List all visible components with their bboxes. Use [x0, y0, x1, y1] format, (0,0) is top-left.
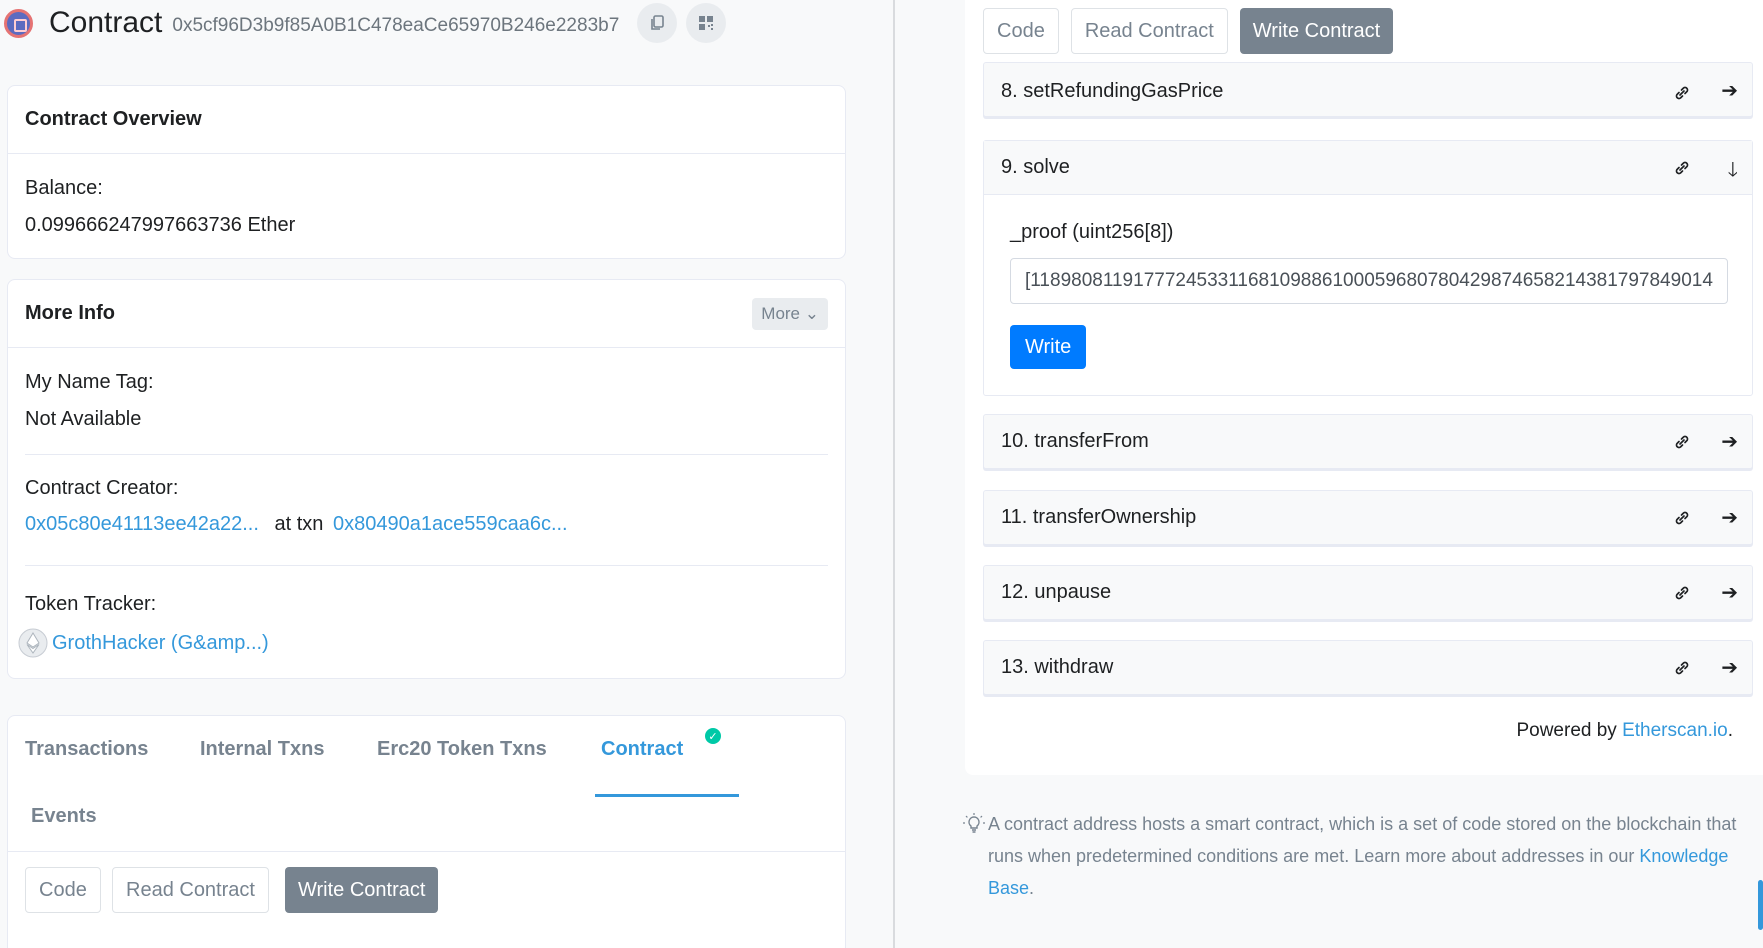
arrow-right-icon[interactable]: ➔: [1721, 429, 1738, 454]
function-label: 11. transferOwnership: [1001, 506, 1197, 528]
balance-label: Balance:: [25, 177, 103, 199]
link-icon[interactable]: [1672, 432, 1692, 452]
tab-contract[interactable]: Contract: [601, 738, 683, 761]
write-button[interactable]: Write: [1010, 325, 1087, 369]
note-suffix: .: [1029, 878, 1035, 898]
page-title: Contract: [49, 6, 163, 39]
function-label: 10. transferFrom: [1001, 430, 1149, 452]
function-row[interactable]: 11. transferOwnership ➔: [983, 490, 1753, 545]
function-row[interactable]: 10. transferFrom ➔: [983, 414, 1753, 469]
token-tracker-label: Token Tracker:: [25, 593, 157, 615]
copy-address-button[interactable]: [637, 3, 678, 43]
name-tag-label: My Name Tag:: [25, 371, 154, 393]
more-dropdown-button[interactable]: More ⌄: [752, 297, 828, 330]
chevron-down-icon: ⌄: [804, 303, 819, 323]
arrow-right-icon[interactable]: ➔: [1721, 505, 1738, 530]
right-pane: Code Read Contract Write Contract 8. set…: [895, 0, 1763, 948]
token-tracker-link[interactable]: GrothHacker (G&amp...): [52, 632, 269, 655]
link-icon[interactable]: [1672, 658, 1692, 678]
note-body: A contract address hosts a smart contrac…: [988, 814, 1737, 866]
overview-title: Contract Overview: [8, 86, 845, 154]
verified-check-icon: ✓: [705, 728, 721, 744]
tab-internal-txns[interactable]: Internal Txns: [200, 738, 324, 761]
function-label: 12. unpause: [1001, 581, 1112, 603]
function-label: 8. setRefundingGasPrice: [1001, 80, 1224, 102]
divider: [25, 565, 828, 566]
function-row[interactable]: 9. solve 🡓: [984, 141, 1752, 195]
copy-icon: [651, 15, 665, 30]
page-header: Contract 0x5cf96D3b9f85A0B1C478eaCe65970…: [4, 3, 727, 43]
function-row[interactable]: 13. withdraw ➔: [983, 640, 1753, 695]
more-info-header: More Info More ⌄: [8, 280, 845, 348]
link-icon[interactable]: [1672, 158, 1692, 178]
info-note-text: A contract address hosts a smart contrac…: [988, 808, 1763, 904]
contract-overview-card: Contract Overview Balance: 0.09966624799…: [7, 85, 846, 259]
link-icon[interactable]: [1672, 83, 1692, 103]
more-label: More: [761, 303, 801, 323]
token-tracker-row: GrothHacker (G&amp...): [18, 628, 269, 658]
etherscan-link[interactable]: Etherscan.io: [1622, 720, 1728, 741]
powered-suffix: .: [1727, 720, 1733, 741]
divider: [25, 454, 828, 455]
contract-tabs-card: Transactions Internal Txns Erc20 Token T…: [7, 715, 846, 948]
qr-code-icon: [699, 16, 714, 30]
arrow-right-icon[interactable]: ➔: [1721, 655, 1738, 680]
divider: [8, 851, 845, 852]
function-solve-expanded: 9. solve 🡓 _proof (uint256[8]) Write: [983, 140, 1753, 396]
read-contract-button[interactable]: Read Contract: [1070, 8, 1228, 54]
write-contract-button[interactable]: Write Contract: [285, 867, 439, 913]
balance-value: 0.099666247997663736 Ether: [25, 214, 296, 236]
function-label: 13. withdraw: [1001, 656, 1114, 678]
lightbulb-icon: [963, 813, 985, 833]
write-contract-button[interactable]: Write Contract: [1239, 8, 1394, 54]
read-contract-button[interactable]: Read Contract: [112, 867, 269, 913]
arrow-down-icon[interactable]: 🡓: [1728, 155, 1738, 189]
ethereum-token-icon: [18, 628, 48, 658]
powered-by: Powered by Etherscan.io.: [895, 720, 1733, 742]
contract-address: 0x5cf96D3b9f85A0B1C478eaCe65970B246e2283…: [172, 15, 620, 36]
proof-param-label: _proof (uint256[8]): [1010, 221, 1174, 243]
powered-prefix: Powered by: [1516, 720, 1623, 741]
tab-events[interactable]: Events: [31, 805, 97, 828]
creator-label: Contract Creator:: [25, 477, 179, 499]
link-icon[interactable]: [1672, 508, 1692, 528]
left-pane: Contract 0x5cf96D3b9f85A0B1C478eaCe65970…: [0, 0, 895, 948]
more-info-card: More Info More ⌄ My Name Tag: Not Availa…: [7, 279, 846, 679]
creator-txn-link[interactable]: 0x80490a1ace559caa6c...: [333, 513, 568, 535]
active-tab-indicator: [595, 794, 739, 797]
arrow-right-icon[interactable]: ➔: [1721, 580, 1738, 605]
proof-param-input[interactable]: [1010, 258, 1728, 304]
qr-code-button[interactable]: [686, 3, 727, 43]
tab-erc20-token-txns[interactable]: Erc20 Token Txns: [377, 738, 547, 761]
contract-subnav: Code Read Contract Write Contract: [983, 8, 1405, 54]
function-row[interactable]: 8. setRefundingGasPrice ➔: [983, 62, 1753, 117]
function-row[interactable]: 12. unpause ➔: [983, 565, 1753, 620]
tab-transactions[interactable]: Transactions: [25, 738, 148, 761]
code-button[interactable]: Code: [25, 867, 101, 913]
name-tag-value: Not Available: [25, 408, 142, 430]
contract-logo-icon: [4, 8, 33, 38]
creator-address-link[interactable]: 0x05c80e41113ee42a22...: [25, 513, 259, 535]
more-info-title: More Info: [25, 302, 115, 324]
creator-row: 0x05c80e41113ee42a22... at txn 0x80490a1…: [25, 513, 568, 536]
at-txn-text: at txn: [274, 513, 324, 535]
code-button[interactable]: Code: [983, 8, 1059, 54]
function-label: 9. solve: [1001, 156, 1070, 178]
link-icon[interactable]: [1672, 583, 1692, 603]
arrow-right-icon[interactable]: ➔: [1721, 78, 1738, 103]
scroll-indicator[interactable]: [1758, 880, 1763, 930]
